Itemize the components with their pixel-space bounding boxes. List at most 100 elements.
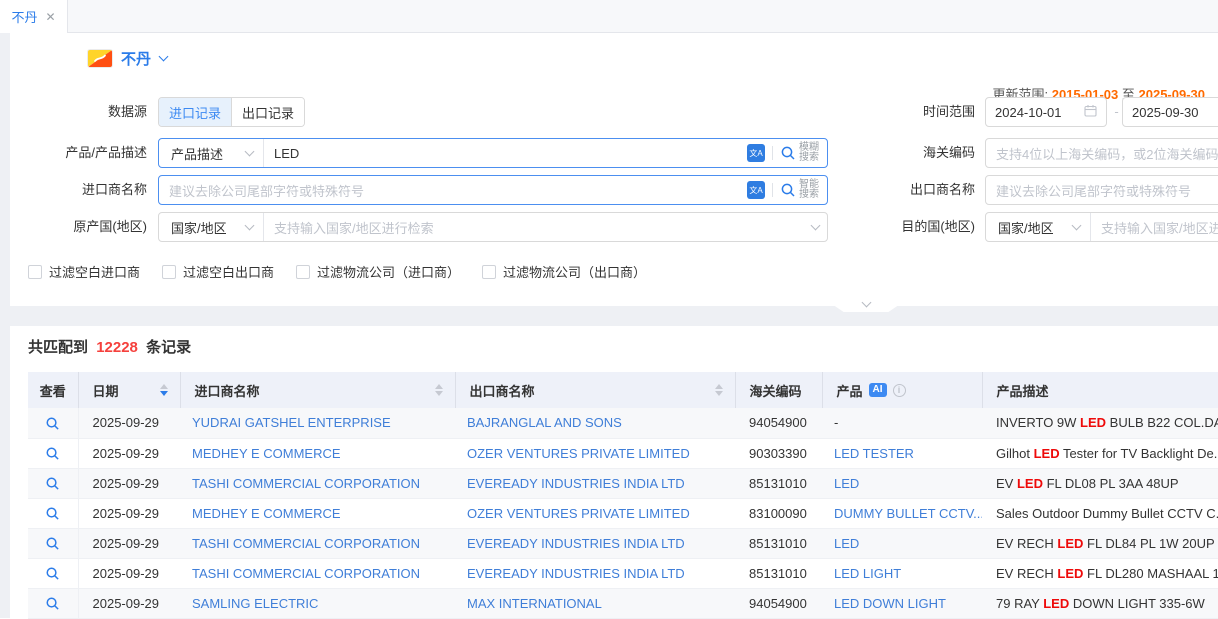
product-link[interactable]: LED <box>834 476 859 491</box>
filter-checkbox-item[interactable]: 过滤空白出口商 <box>162 262 274 281</box>
exporter-link[interactable]: MAX INTERNATIONAL <box>467 596 602 611</box>
table-header-row: 查看 日期 进口商名称 出口商名称 海关编码 产品 AI i 产品描述 <box>28 372 1218 408</box>
chevron-down-icon[interactable] <box>159 51 169 61</box>
row-description: 79 RAY LED DOWN LIGHT 335-6W <box>982 588 1218 618</box>
translate-icon[interactable]: 文A <box>747 144 765 162</box>
checkbox[interactable] <box>296 265 310 279</box>
origin-country-select[interactable]: 国家/地区 <box>159 213 264 241</box>
chevron-down-icon <box>245 220 255 230</box>
destination-country-group: 国家/地区 支持输入国家/地区进行检索 <box>985 212 1218 242</box>
sort-exporter-button[interactable] <box>715 384 723 396</box>
filter-checkboxes: 过滤空白进口商 过滤空白出口商 过滤物流公司（进口商） 过滤物流公司（出口商） <box>28 262 646 281</box>
view-record-button[interactable] <box>45 446 60 461</box>
table-row: 2025-09-29 SAMLING ELECTRIC MAX INTERNAT… <box>28 588 1218 618</box>
product-link[interactable]: LED LIGHT <box>834 566 901 581</box>
end-date-input[interactable]: 2025-09-30 <box>1122 97 1218 127</box>
checkbox[interactable] <box>482 265 496 279</box>
exporter-link[interactable]: OZER VENTURES PRIVATE LIMITED <box>467 446 690 461</box>
importer-link[interactable]: YUDRAI GATSHEL ENTERPRISE <box>192 415 391 430</box>
view-record-button[interactable] <box>45 506 60 521</box>
importer-link[interactable]: MEDHEY E COMMERCE <box>192 446 341 461</box>
view-record-button[interactable] <box>45 596 60 611</box>
checkbox[interactable] <box>162 265 176 279</box>
row-hs-code: 85131010 <box>735 528 822 558</box>
exporter-link[interactable]: EVEREADY INDUSTRIES INDIA LTD <box>467 566 685 581</box>
description-text: FL DL84 PL 1W 20UP <box>1083 536 1214 551</box>
product-type-select[interactable]: 产品描述 <box>159 139 264 167</box>
sort-importer-button[interactable] <box>435 384 443 396</box>
exporter-name-input[interactable]: 建议去除公司尾部字符或特殊符号 <box>985 175 1218 205</box>
row-description: Sales Outdoor Dummy Bullet CCTV C... <box>982 498 1218 528</box>
product-link[interactable]: LED DOWN LIGHT <box>834 596 946 611</box>
exporter-link[interactable]: EVEREADY INDUSTRIES INDIA LTD <box>467 476 685 491</box>
filter-checkbox-item[interactable]: 过滤空白进口商 <box>28 262 140 281</box>
exporter-link[interactable]: OZER VENTURES PRIVATE LIMITED <box>467 506 690 521</box>
import-records-tab[interactable]: 进口记录 <box>159 98 231 126</box>
chevron-down-icon[interactable] <box>811 220 821 230</box>
description-text: Tester for TV Backlight De... <box>1060 446 1218 461</box>
product-link[interactable]: LED TESTER <box>834 446 914 461</box>
row-hs-code: 90303390 <box>735 438 822 468</box>
row-description: INVERTO 9W LED BULB B22 COL.DA ... <box>982 408 1218 438</box>
importer-link[interactable]: TASHI COMMERCIAL CORPORATION <box>192 536 420 551</box>
country-header[interactable]: 不丹 <box>88 45 167 71</box>
fuzzy-search-button[interactable]: 模糊 搜索 <box>780 143 819 163</box>
sort-date-button[interactable] <box>160 384 168 396</box>
summary-suffix: 条记录 <box>146 339 191 356</box>
row-description: EV RECH LED FL DL280 MASHAAL 10... <box>982 558 1218 588</box>
description-highlight: LED <box>1080 415 1106 430</box>
view-record-button[interactable] <box>45 416 60 431</box>
row-date: 2025-09-29 <box>78 558 180 588</box>
tab-close-icon[interactable]: ✕ <box>45 11 55 23</box>
destination-country-select[interactable]: 国家/地区 <box>986 213 1091 241</box>
country-tab[interactable]: 不丹 ✕ <box>0 0 68 33</box>
importer-link[interactable]: MEDHEY E COMMERCE <box>192 506 341 521</box>
translate-icon[interactable]: 文A <box>747 181 765 199</box>
view-record-button[interactable] <box>45 566 60 581</box>
product-link[interactable]: LED <box>834 536 859 551</box>
chevron-down-icon <box>1072 220 1082 230</box>
calendar-icon[interactable] <box>1084 104 1097 120</box>
destination-country-input[interactable]: 支持输入国家/地区进行检索 <box>1091 218 1218 237</box>
description-text: Sales Outdoor Dummy Bullet CCTV C... <box>996 506 1218 521</box>
exporter-link[interactable]: EVEREADY INDUSTRIES INDIA LTD <box>467 536 685 551</box>
col-importer: 进口商名称 <box>195 381 260 400</box>
description-highlight: LED <box>1034 446 1060 461</box>
importer-link[interactable]: TASHI COMMERCIAL CORPORATION <box>192 566 420 581</box>
importer-link[interactable]: TASHI COMMERCIAL CORPORATION <box>192 476 420 491</box>
product-link[interactable]: DUMMY BULLET CCTV... <box>834 506 982 521</box>
checkbox-label: 过滤物流公司（进口商） <box>317 262 460 281</box>
product-link: - <box>834 415 838 430</box>
table-row: 2025-09-29 YUDRAI GATSHEL ENTERPRISE BAJ… <box>28 408 1218 438</box>
importer-link[interactable]: SAMLING ELECTRIC <box>192 596 318 611</box>
row-hs-code: 83100090 <box>735 498 822 528</box>
product-search-input[interactable]: LED <box>264 146 743 161</box>
hs-code-input[interactable]: 支持4位以上海关编码，或2位海关编码加上产 <box>985 138 1218 168</box>
importer-search-group: 建议去除公司尾部字符或特殊符号 文A 智能 搜索 <box>158 175 828 205</box>
export-records-tab[interactable]: 出口记录 <box>231 98 304 126</box>
end-date-value: 2025-09-30 <box>1132 105 1199 120</box>
view-record-button[interactable] <box>45 536 60 551</box>
section-divider-band <box>10 306 1218 326</box>
filter-checkbox-item[interactable]: 过滤物流公司（出口商） <box>482 262 646 281</box>
search-icon <box>780 145 796 161</box>
table-row: 2025-09-29 TASHI COMMERCIAL CORPORATION … <box>28 528 1218 558</box>
row-hs-code: 94054900 <box>735 408 822 438</box>
country-name: 不丹 <box>121 48 151 69</box>
data-source-label: 数据源 <box>10 97 147 127</box>
exporter-link[interactable]: BAJRANGLAL AND SONS <box>467 415 622 430</box>
checkbox[interactable] <box>28 265 42 279</box>
description-text: INVERTO 9W <box>996 415 1080 430</box>
search-icon <box>45 416 60 431</box>
checkbox-label: 过滤物流公司（出口商） <box>503 262 646 281</box>
results-panel: 共匹配到 12228 条记录 查看 日期 进口商名称 出口商名称 海关编码 产品… <box>10 326 1218 618</box>
hs-code-placeholder: 支持4位以上海关编码，或2位海关编码加上产 <box>996 144 1218 163</box>
view-record-button[interactable] <box>45 476 60 491</box>
origin-country-input[interactable]: 支持输入国家/地区进行检索 <box>264 218 808 237</box>
importer-name-input[interactable]: 建议去除公司尾部字符或特殊符号 <box>159 181 743 200</box>
row-date: 2025-09-29 <box>78 528 180 558</box>
info-icon[interactable]: i <box>893 384 906 397</box>
filter-checkbox-item[interactable]: 过滤物流公司（进口商） <box>296 262 460 281</box>
start-date-input[interactable]: 2024-10-01 <box>985 97 1107 127</box>
smart-search-button[interactable]: 智能 搜索 <box>780 180 819 200</box>
